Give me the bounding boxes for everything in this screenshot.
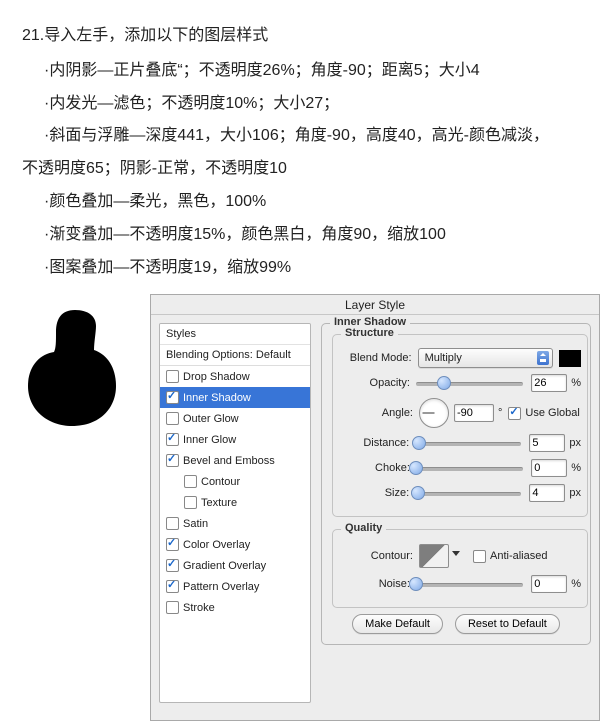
size-label: Size: (339, 487, 415, 499)
instr-line: ·图案叠加—不透明度19，缩放99% (22, 252, 578, 285)
inner-shadow-group: Inner Shadow Structure Blend Mode: Multi… (321, 323, 591, 645)
angle-label: Angle: (339, 407, 419, 419)
effect-label: Inner Glow (183, 434, 236, 446)
instr-line: ·内阴影—正片叠底“；不透明度26%；角度-90；距离5；大小4 (22, 55, 578, 88)
effect-label: Contour (201, 476, 240, 488)
use-global-label: Use Global (525, 407, 579, 419)
choke-slider[interactable] (416, 460, 523, 476)
effect-settings: Inner Shadow Structure Blend Mode: Multi… (321, 323, 599, 720)
effect-label: Outer Glow (183, 413, 239, 425)
effect-label: Inner Shadow (183, 392, 251, 404)
checkbox-icon[interactable] (166, 433, 179, 446)
angle-input[interactable] (454, 404, 494, 422)
blending-options-row[interactable]: Blending Options: Default (160, 345, 310, 366)
opacity-slider[interactable] (416, 375, 523, 391)
effect-inner-glow[interactable]: Inner Glow (160, 429, 310, 450)
step-title: 21.导入左手，添加以下的图层样式 (22, 20, 578, 53)
opacity-input[interactable] (531, 374, 567, 392)
effect-label: Gradient Overlay (183, 560, 266, 572)
checkbox-icon[interactable] (166, 601, 179, 614)
styles-list: Styles Blending Options: Default Drop Sh… (159, 323, 311, 703)
contour-label: Contour: (339, 550, 419, 562)
effect-label: Satin (183, 518, 208, 530)
checkbox-icon[interactable] (166, 412, 179, 425)
checkbox-icon[interactable] (184, 475, 197, 488)
instr-line: ·斜面与浮雕—深度441，大小106；角度-90，高度40，高光-颜色减淡， (22, 120, 578, 153)
effect-label: Pattern Overlay (183, 581, 259, 593)
make-default-button[interactable]: Make Default (352, 614, 443, 634)
choke-label: Choke: (339, 462, 416, 474)
instructions-block: 21.导入左手，添加以下的图层样式 ·内阴影—正片叠底“；不透明度26%；角度-… (0, 0, 600, 294)
instr-line: ·内发光—滤色；不透明度10%；大小27； (22, 88, 578, 121)
checkbox-icon[interactable] (166, 370, 179, 383)
layer-style-panel: Layer Style Styles Blending Options: Def… (150, 294, 600, 721)
effect-stroke[interactable]: Stroke (160, 597, 310, 618)
instr-line: ·渐变叠加—不透明度15%，颜色黑白，角度90，缩放100 (22, 219, 578, 252)
anti-aliased-checkbox[interactable] (473, 550, 486, 563)
effect-label: Texture (201, 497, 237, 509)
noise-unit: % (571, 578, 581, 590)
effect-label: Bevel and Emboss (183, 455, 275, 467)
size-unit: px (569, 487, 581, 499)
opacity-label: Opacity: (339, 377, 416, 389)
effect-pattern-overlay[interactable]: Pattern Overlay (160, 576, 310, 597)
angle-dial[interactable] (419, 398, 449, 428)
color-swatch[interactable] (559, 350, 581, 367)
angle-unit: ° (498, 407, 502, 419)
size-input[interactable] (529, 484, 565, 502)
distance-slider[interactable] (415, 435, 521, 451)
effect-bevel-emboss[interactable]: Bevel and Emboss (160, 450, 310, 471)
size-slider[interactable] (415, 485, 521, 501)
effect-color-overlay[interactable]: Color Overlay (160, 534, 310, 555)
checkbox-icon[interactable] (166, 559, 179, 572)
checkbox-icon[interactable] (166, 580, 179, 593)
opacity-unit: % (571, 377, 581, 389)
quality-group: Quality Contour: Anti-aliased Noise: (332, 529, 588, 608)
contour-picker[interactable] (419, 544, 449, 568)
left-hand-shape (0, 294, 150, 434)
effect-outer-glow[interactable]: Outer Glow (160, 408, 310, 429)
effect-satin[interactable]: Satin (160, 513, 310, 534)
instr-line: 不透明度65；阴影-正常，不透明度10 (22, 153, 578, 186)
checkbox-icon[interactable] (166, 517, 179, 530)
effect-contour[interactable]: Contour (160, 471, 310, 492)
noise-slider[interactable] (416, 576, 523, 592)
panel-title: Layer Style (151, 295, 599, 315)
noise-label: Noise: (339, 578, 416, 590)
anti-aliased-label: Anti-aliased (490, 550, 547, 562)
checkbox-icon[interactable] (184, 496, 197, 509)
effect-label: Drop Shadow (183, 371, 250, 383)
instr-line: ·颜色叠加—柔光，黑色，100% (22, 186, 578, 219)
effect-gradient-overlay[interactable]: Gradient Overlay (160, 555, 310, 576)
use-global-checkbox[interactable] (508, 407, 521, 420)
distance-label: Distance: (339, 437, 415, 449)
checkbox-icon[interactable] (166, 454, 179, 467)
styles-header[interactable]: Styles (160, 324, 310, 345)
sub-group-label: Structure (341, 327, 398, 339)
distance-input[interactable] (529, 434, 565, 452)
checkbox-icon[interactable] (166, 538, 179, 551)
distance-unit: px (569, 437, 581, 449)
effect-inner-shadow[interactable]: Inner Shadow (160, 387, 310, 408)
choke-unit: % (571, 462, 581, 474)
choke-input[interactable] (531, 459, 567, 477)
effect-texture[interactable]: Texture (160, 492, 310, 513)
effect-label: Stroke (183, 602, 215, 614)
reset-default-button[interactable]: Reset to Default (455, 614, 560, 634)
blend-mode-select[interactable]: Multiply (418, 348, 554, 368)
effect-drop-shadow[interactable]: Drop Shadow (160, 366, 310, 387)
blend-mode-value: Multiply (425, 352, 462, 364)
noise-input[interactable] (531, 575, 567, 593)
quality-label: Quality (341, 522, 386, 534)
structure-group: Structure Blend Mode: Multiply Opacity: (332, 334, 588, 517)
blend-mode-label: Blend Mode: (339, 352, 418, 364)
effect-label: Color Overlay (183, 539, 250, 551)
checkbox-icon[interactable] (166, 391, 179, 404)
